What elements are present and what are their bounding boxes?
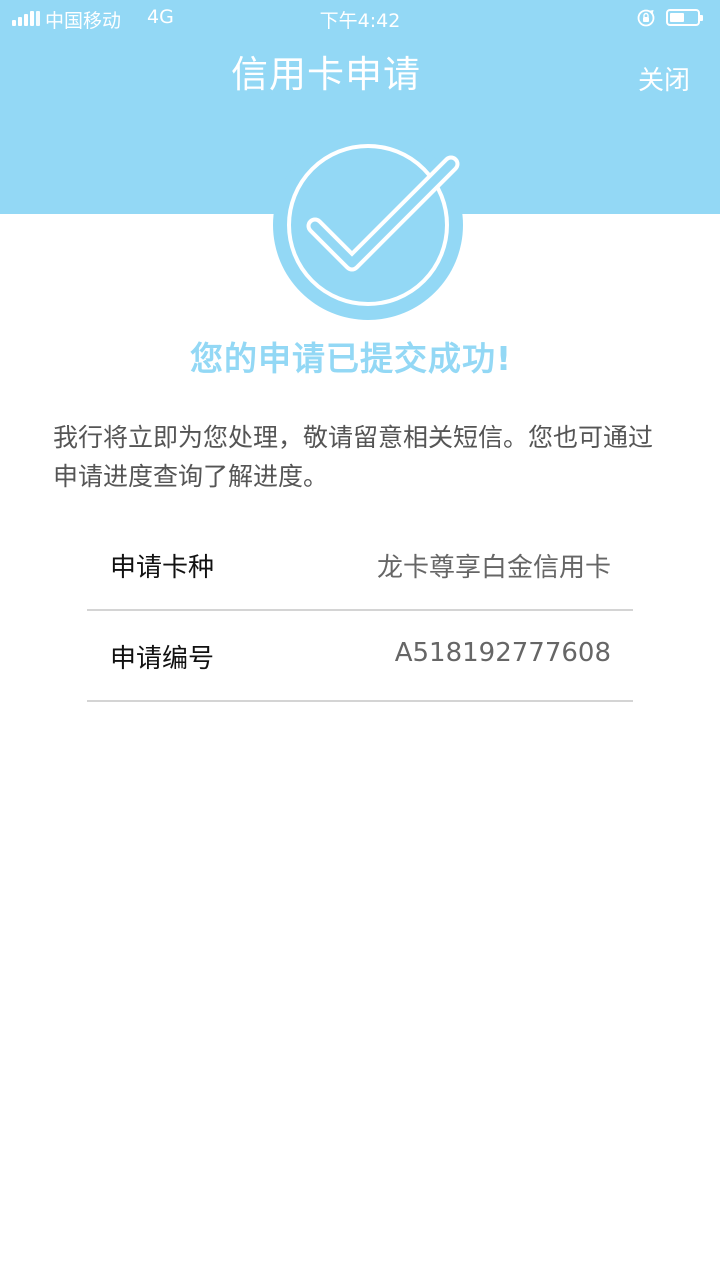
application-number-value: A518192777608 <box>394 638 611 668</box>
application-details: 申请卡种 龙卡尊享白金信用卡 申请编号 A518192777608 <box>87 520 633 702</box>
application-number-row: 申请编号 A518192777608 <box>87 611 633 702</box>
card-type-row: 申请卡种 龙卡尊享白金信用卡 <box>87 520 633 611</box>
status-bar: 中国移动 4G 下午4:42 <box>0 0 720 36</box>
checkmark-circle-icon <box>273 130 463 320</box>
card-type-label: 申请卡种 <box>110 553 215 583</box>
success-title: 您的申请已提交成功! <box>189 339 513 378</box>
application-number-label: 申请编号 <box>110 644 215 674</box>
status-time: 下午4:42 <box>319 10 401 32</box>
close-button[interactable]: 关闭 <box>638 60 690 97</box>
result-description: 我行将立即为您处理，敬请留意相关短信。您也可通过申请进度查询了解进度。 <box>53 423 654 491</box>
battery-icon <box>666 9 703 26</box>
card-type-value: 龙卡尊享白金信用卡 <box>376 553 611 583</box>
page-title: 信用卡申请 <box>231 53 421 96</box>
application-success-page: 中国移动 4G 下午4:42 信用卡申请 关闭 您的申请已提交成功! 我行将立即… <box>0 0 720 1280</box>
rotation-lock-icon <box>637 9 655 27</box>
